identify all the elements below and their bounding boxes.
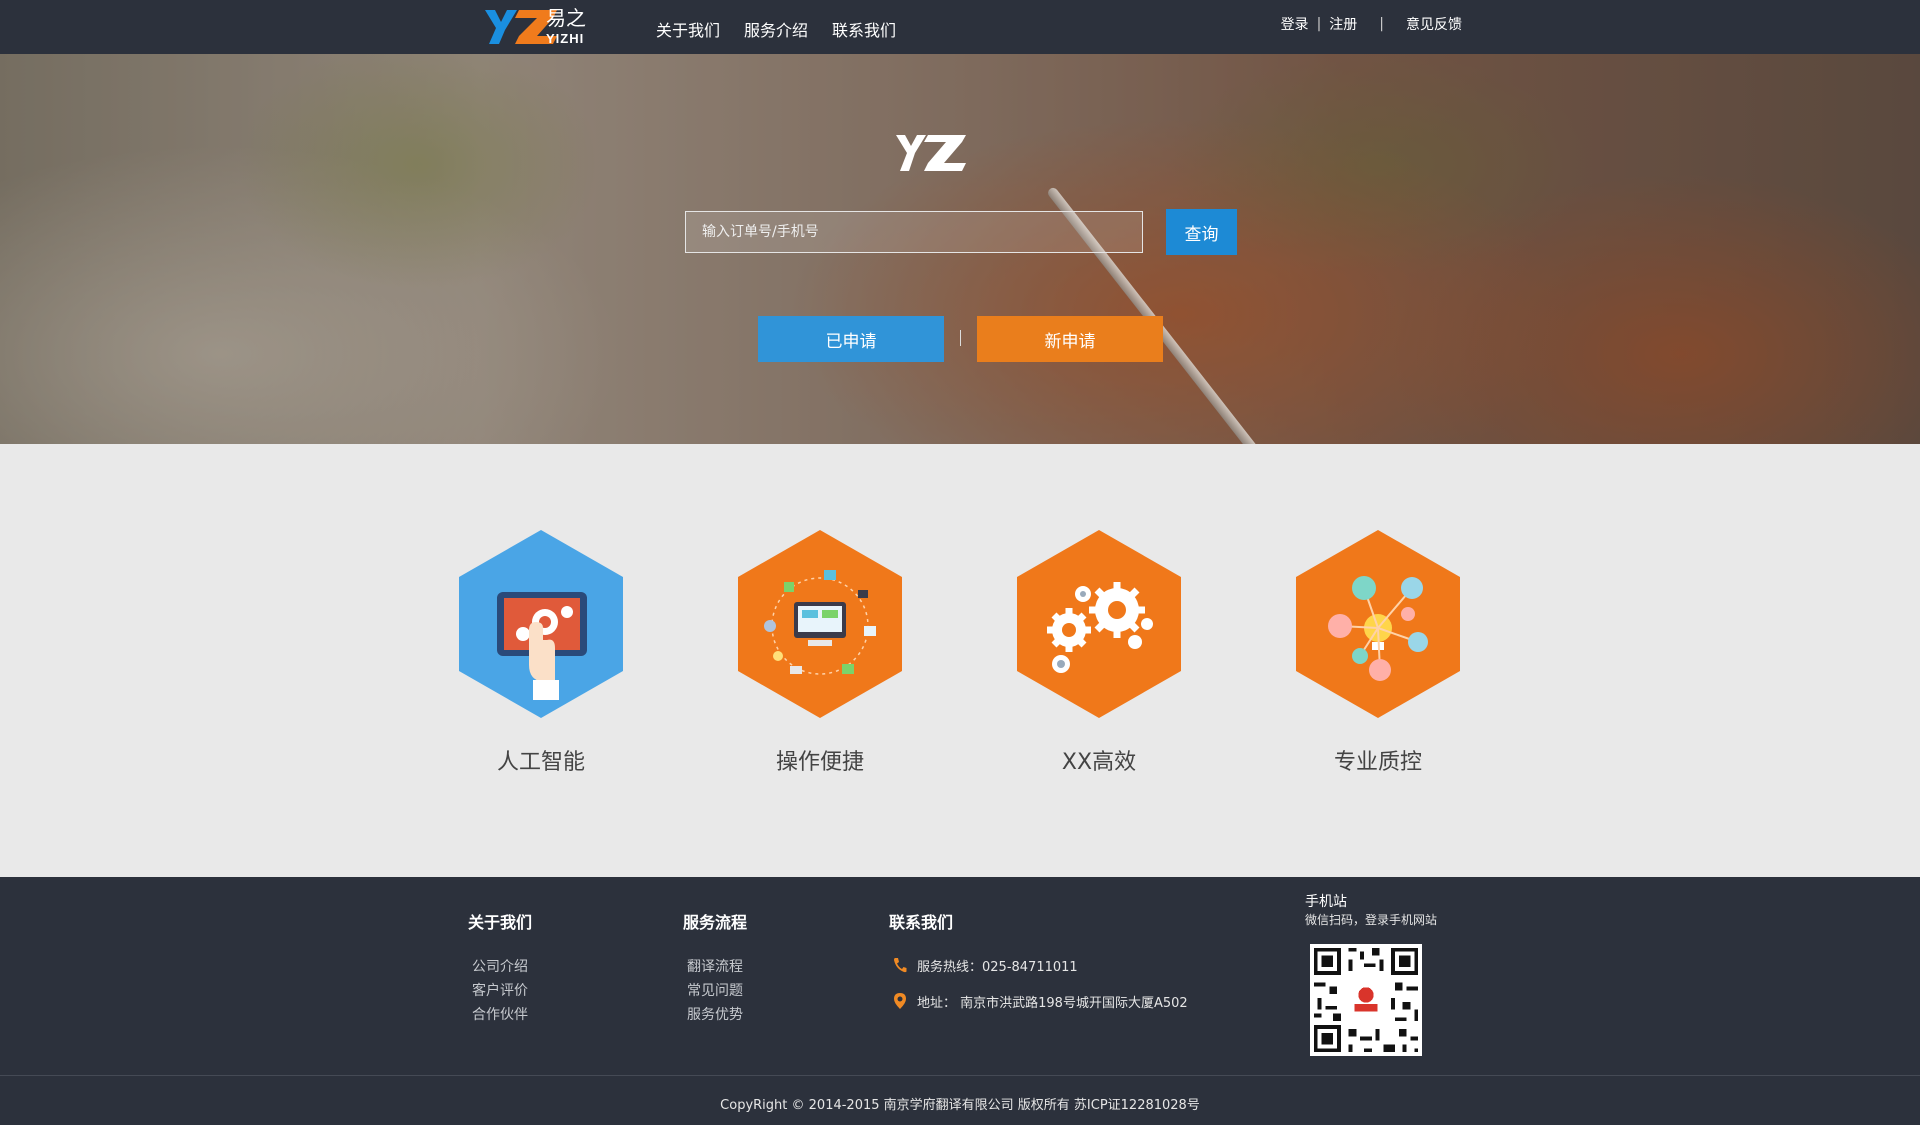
computer-network-icon <box>738 530 902 718</box>
feature-ai: 人工智能 <box>459 530 623 776</box>
qr-code-icon <box>1310 944 1422 1056</box>
hotline-text: 服务热线：025-84711011 <box>917 959 1078 975</box>
gears-icon <box>1017 530 1181 718</box>
footer-link-company[interactable]: 公司介绍 <box>468 955 532 979</box>
button-divider <box>960 330 961 346</box>
feature-label: 操作便捷 <box>775 750 864 775</box>
footer-about-title: 关于我们 <box>468 913 533 932</box>
footer-process-column: 服务流程 翻译流程 常见问题 服务优势 <box>683 909 747 1027</box>
account-links: 登录 | 注册 | 意见反馈 <box>1281 14 1462 34</box>
footer-link-faq[interactable]: 常见问题 <box>683 979 747 1003</box>
mobile-site-title: 手机站 <box>1305 894 1347 910</box>
footer-divider <box>0 1075 1920 1076</box>
feature-label: 人工智能 <box>496 750 585 775</box>
footer-link-reviews[interactable]: 客户评价 <box>468 979 532 1003</box>
feature-label: XX高效 <box>1061 750 1137 775</box>
feature-label: 专业质控 <box>1333 750 1422 775</box>
hero-banner: 查询 已申请 新申请 <box>0 54 1920 444</box>
tablet-gear-icon <box>459 530 623 718</box>
new-application-button[interactable]: 新申请 <box>977 316 1163 362</box>
footer-about-column: 关于我们 公司介绍 客户评价 合作伙伴 <box>468 909 532 1027</box>
order-search-input[interactable] <box>685 211 1143 253</box>
main-nav: 关于我们 服务介绍 联系我们 <box>656 17 896 41</box>
feedback-link[interactable]: 意见反馈 <box>1406 14 1462 34</box>
mobile-site-subtitle: 微信扫码，登录手机网站 <box>1305 913 1438 927</box>
copyright-text: CopyRight © 2014-2015 南京学府翻译有限公司 版权所有 苏I… <box>720 1098 1200 1113</box>
feature-convenience: 操作便捷 <box>738 530 902 776</box>
top-navigation-bar: 易之 YIZHI 关于我们 服务介绍 联系我们 登录 | 注册 | 意见反馈 <box>0 0 1920 54</box>
link-separator: | <box>1379 16 1384 32</box>
footer-link-partners[interactable]: 合作伙伴 <box>468 1003 532 1027</box>
hero-logo-icon <box>896 135 966 171</box>
register-link[interactable]: 注册 <box>1329 14 1357 34</box>
address-text: 地址： 南京市洪武路198号城开国际大厦A502 <box>917 995 1188 1011</box>
search-button[interactable]: 查询 <box>1166 209 1237 255</box>
link-separator: | <box>1316 16 1322 32</box>
address-row: 地址： 南京市洪武路198号城开国际大厦A502 <box>889 983 1188 1019</box>
footer-contact-title: 联系我们 <box>889 913 954 932</box>
login-link[interactable]: 登录 <box>1281 14 1309 34</box>
site-footer: 关于我们 公司介绍 客户评价 合作伙伴 服务流程 翻译流程 常见问题 服务优势 … <box>0 877 1920 1125</box>
brand-name-cn: 易之 <box>546 6 586 30</box>
nav-item-services[interactable]: 服务介绍 <box>744 17 808 41</box>
phone-icon <box>889 957 911 973</box>
feature-quality: 专业质控 <box>1296 530 1460 776</box>
applied-button[interactable]: 已申请 <box>758 316 944 362</box>
features-section: 人工智能 操作便捷 XX高效 专业质控 <box>0 444 1920 877</box>
footer-process-title: 服务流程 <box>683 913 748 932</box>
lightbulb-gears-icon <box>1296 530 1460 718</box>
footer-contact-column: 联系我们 服务热线：025-84711011 地址： 南京市洪武路198号城开国… <box>889 909 1188 1019</box>
footer-link-translation-process[interactable]: 翻译流程 <box>683 955 747 979</box>
hotline-row: 服务热线：025-84711011 <box>889 947 1188 983</box>
mobile-site-block: 手机站 微信扫码，登录手机网站 <box>1305 893 1437 929</box>
nav-item-contact[interactable]: 联系我们 <box>832 17 896 41</box>
footer-link-advantages[interactable]: 服务优势 <box>683 1003 747 1027</box>
location-pin-icon <box>889 993 911 1009</box>
nav-item-about[interactable]: 关于我们 <box>656 17 720 41</box>
feature-efficiency: XX高效 <box>1017 530 1181 776</box>
brand-name-en: YIZHI <box>546 31 585 46</box>
